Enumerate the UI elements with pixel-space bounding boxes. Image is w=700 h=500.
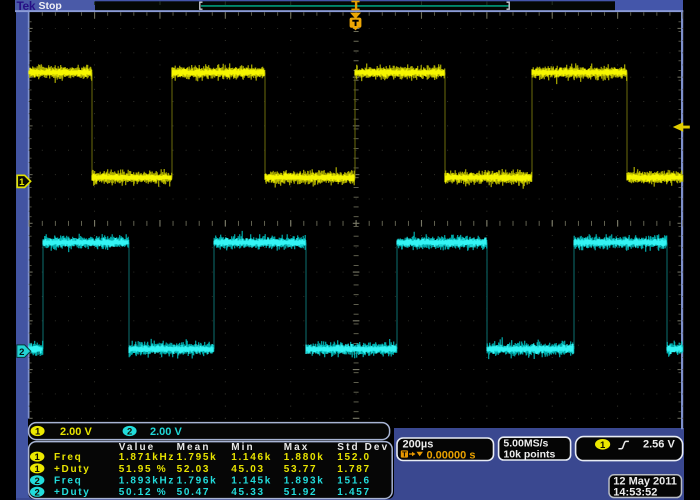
svg-text:1.880k: 1.880k: [284, 452, 325, 463]
svg-text:50.12 %: 50.12 %: [119, 487, 168, 498]
svg-text:0.00000 s: 0.00000 s: [427, 449, 476, 461]
svg-text:152.0: 152.0: [337, 452, 371, 463]
svg-text:Freq: Freq: [54, 452, 82, 463]
svg-text:1.796k: 1.796k: [177, 476, 218, 487]
svg-text:+Duty: +Duty: [54, 487, 91, 498]
svg-text:1: 1: [600, 440, 606, 451]
svg-text:1.457: 1.457: [337, 487, 371, 498]
svg-text:1.893kHz: 1.893kHz: [119, 476, 175, 487]
svg-text:1.795k: 1.795k: [177, 452, 218, 463]
svg-text:53.77: 53.77: [284, 464, 318, 475]
svg-text:+Duty: +Duty: [54, 464, 91, 475]
svg-text:1: 1: [35, 464, 41, 475]
svg-text:10k points: 10k points: [503, 449, 555, 461]
svg-text:1: 1: [35, 452, 41, 463]
svg-text:14:53:52: 14:53:52: [613, 486, 657, 498]
svg-text:1.145k: 1.145k: [231, 476, 272, 487]
svg-text:52.03: 52.03: [177, 464, 211, 475]
svg-text:50.47: 50.47: [177, 487, 211, 498]
svg-text:2: 2: [127, 427, 132, 438]
svg-text:1.146k: 1.146k: [231, 452, 272, 463]
svg-text:45.33: 45.33: [231, 487, 265, 498]
svg-text:2: 2: [35, 487, 40, 498]
svg-text:51.92: 51.92: [284, 487, 318, 498]
svg-text:51.95 %: 51.95 %: [119, 464, 168, 475]
svg-text:151.6: 151.6: [337, 476, 371, 487]
svg-text:Freq: Freq: [54, 476, 82, 487]
svg-text:1.871kHz: 1.871kHz: [119, 452, 175, 463]
svg-text:2.00 V: 2.00 V: [150, 426, 182, 438]
svg-text:1.893k: 1.893k: [284, 476, 325, 487]
svg-text:2: 2: [35, 476, 40, 487]
svg-text:1.787: 1.787: [337, 464, 371, 475]
svg-text:T: T: [402, 450, 407, 459]
svg-text:2.00 V: 2.00 V: [60, 426, 92, 438]
svg-text:45.03: 45.03: [231, 464, 265, 475]
svg-text:2: 2: [19, 347, 24, 358]
svg-text:1: 1: [35, 427, 41, 438]
svg-text:1: 1: [19, 177, 25, 188]
svg-text:2.56 V: 2.56 V: [643, 439, 675, 451]
